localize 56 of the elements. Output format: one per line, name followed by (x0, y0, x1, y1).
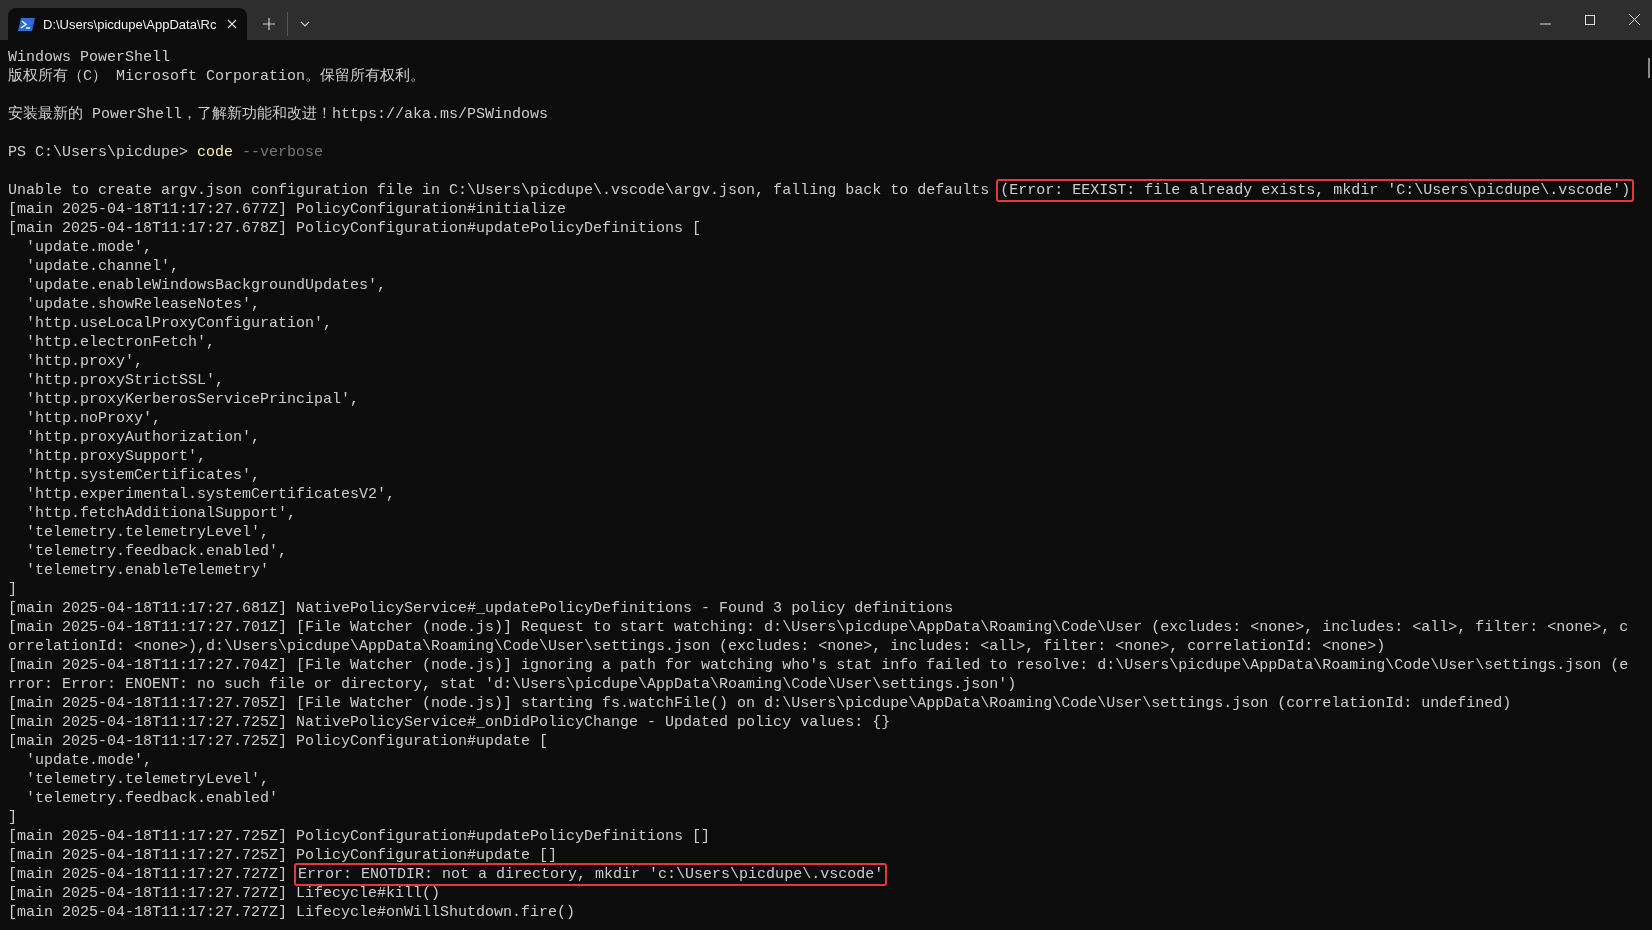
terminal-line: [main 2025-04-18T11:17:27.725Z] PolicyConfiguration#updatePolicyDefinitions [] (8, 827, 711, 846)
terminal-line: 版权所有（C） Microsoft Corporation。保留所有权利。 (8, 67, 426, 86)
parameter-text: --verbose (241, 144, 324, 161)
chevron-down-icon[interactable] (300, 21, 310, 27)
terminal-line: [main 2025-04-18T11:17:27.678Z] PolicyConfiguration#updatePolicyDefinitions [ (8, 219, 702, 238)
terminal-line: [main 2025-04-18T11:17:27.704Z] [File Watcher (node.js)] ignoring a path for watching who's stat info failed to resolve: d:\Users\picdupe\AppData\Roaming\Code\User\settings.json (e (8, 656, 1629, 675)
tab-title: D:\Users\picdupe\AppData\Rc (43, 16, 218, 32)
terminal-line: 'telemetry.enableTelemetry' (25, 561, 270, 580)
terminal-line: 'http.proxyStrictSSL', (25, 371, 225, 390)
terminal-line: 'telemetry.telemetryLevel', (25, 523, 270, 542)
terminal-line: 'update.channel', (25, 257, 180, 276)
terminal-line: 'http.experimental.systemCertificatesV2', (25, 485, 396, 504)
terminal-line: [main 2025-04-18T11:17:27.725Z] PolicyConfiguration#update [ (8, 732, 549, 751)
terminal-line: [main 2025-04-18T11:17:27.705Z] [File Watcher (node.js)] starting fs.watchFile() on d:\Users\picdupe\AppData\Roaming\Code\User\settings.json (correlationId: undefined) (8, 694, 1512, 713)
terminal-line: Windows PowerShell (8, 48, 171, 67)
terminal-line: 'update.mode', (25, 751, 153, 770)
terminal-line: [main 2025-04-18T11:17:27.677Z] PolicyConfiguration#initialize (8, 200, 567, 219)
terminal-line: [main 2025-04-18T11:17:27.727Z] Lifecycle#kill() (8, 884, 441, 903)
terminal-line: [main 2025-04-18T11:17:27.681Z] NativePolicyService#_updatePolicyDefinitions - Found 3 policy definitions (8, 599, 954, 618)
command-text: code (197, 144, 234, 161)
close-icon[interactable] (1629, 14, 1640, 25)
terminal-line: [main 2025-04-18T11:17:27.725Z] NativePolicyService#_onDidPolicyChange - Updated policy values: {} (8, 713, 891, 732)
plus-icon[interactable] (263, 18, 275, 30)
output-text: Unable to create argv.json configuration file in C:\Users\picdupe\.vscode\argv.json, falling back to defaults (8, 182, 991, 199)
terminal-line: [main 2025-04-18T11:17:27.725Z] PolicyConfiguration#update [] (8, 846, 558, 865)
terminal-icon (18, 17, 35, 31)
terminal-line: 'telemetry.telemetryLevel', (25, 770, 270, 789)
terminal-line: rror: Error: ENOENT: no such file or directory, stat 'd:\Users\picdupe\AppData\Roaming\Code\User\settings.json') (8, 675, 1017, 694)
terminal-line: 'http.proxyKerberosServicePrincipal', (25, 390, 360, 409)
terminal-line: [main 2025-04-18T11:17:27.727Z] Lifecycle#onWillShutdown.fire() (8, 903, 576, 922)
terminal-line: 'update.enableWindowsBackgroundUpdates', (25, 276, 387, 295)
terminal-line: [main 2025-04-18T11:17:27.701Z] [File Watcher (node.js)] Request to start watching: d:\Users\picdupe\AppData\Roaming\Code\User (excludes: <none>, includes: <all>, filter: <none>, c (8, 618, 1629, 637)
error-message: Error: ENOTDIR: not a directory, mkdir 'c:\Users\picdupe\.vscode' (294, 863, 888, 886)
terminal-tab[interactable]: D:\Users\picdupe\AppData\Rc (8, 8, 247, 40)
terminal-line: 'http.useLocalProxyConfiguration', (25, 314, 333, 333)
terminal-line: ] (8, 808, 17, 827)
terminal-line: 'http.electronFetch', (25, 333, 216, 352)
terminal-line: 'http.noProxy', (25, 409, 162, 428)
terminal-line: ] (8, 580, 17, 599)
maximize-icon[interactable] (1585, 15, 1595, 25)
terminal-line: 'http.proxySupport', (25, 447, 207, 466)
terminal-line: 'http.proxy', (25, 352, 144, 371)
terminal-line: 'http.proxyAuthorization', (25, 428, 261, 447)
close-icon[interactable] (227, 19, 237, 29)
terminal-line: 'telemetry.feedback.enabled', (25, 542, 288, 561)
scrollbar-thumb[interactable] (1648, 58, 1650, 78)
prompt-text: PS C:\Users\picdupe> (8, 144, 190, 161)
terminal-line: 'telemetry.feedback.enabled' (25, 789, 279, 808)
output-text: [main 2025-04-18T11:17:27.727Z] (8, 866, 289, 883)
terminal-line: 安装最新的 PowerShell，了解新功能和改进！https://aka.ms/PSWindows (8, 105, 549, 124)
terminal-line: 'http.systemCertificates', (25, 466, 261, 485)
terminal-line: 'update.mode', (25, 238, 153, 257)
terminal-line: 'update.showReleaseNotes', (25, 295, 261, 314)
terminal-line: orrelationId: <none>),d:\Users\picdupe\AppData\Roaming\Code\User\settings.json (excludes: <none>, includes: <all>, filter: <none>, correlationId: <none>) (8, 637, 1386, 656)
error-message: (Error: EEXIST: file already exists, mkdir 'C:\Users\picdupe\.vscode') (996, 179, 1635, 202)
terminal-line: 'http.fetchAdditionalSupport', (25, 504, 297, 523)
